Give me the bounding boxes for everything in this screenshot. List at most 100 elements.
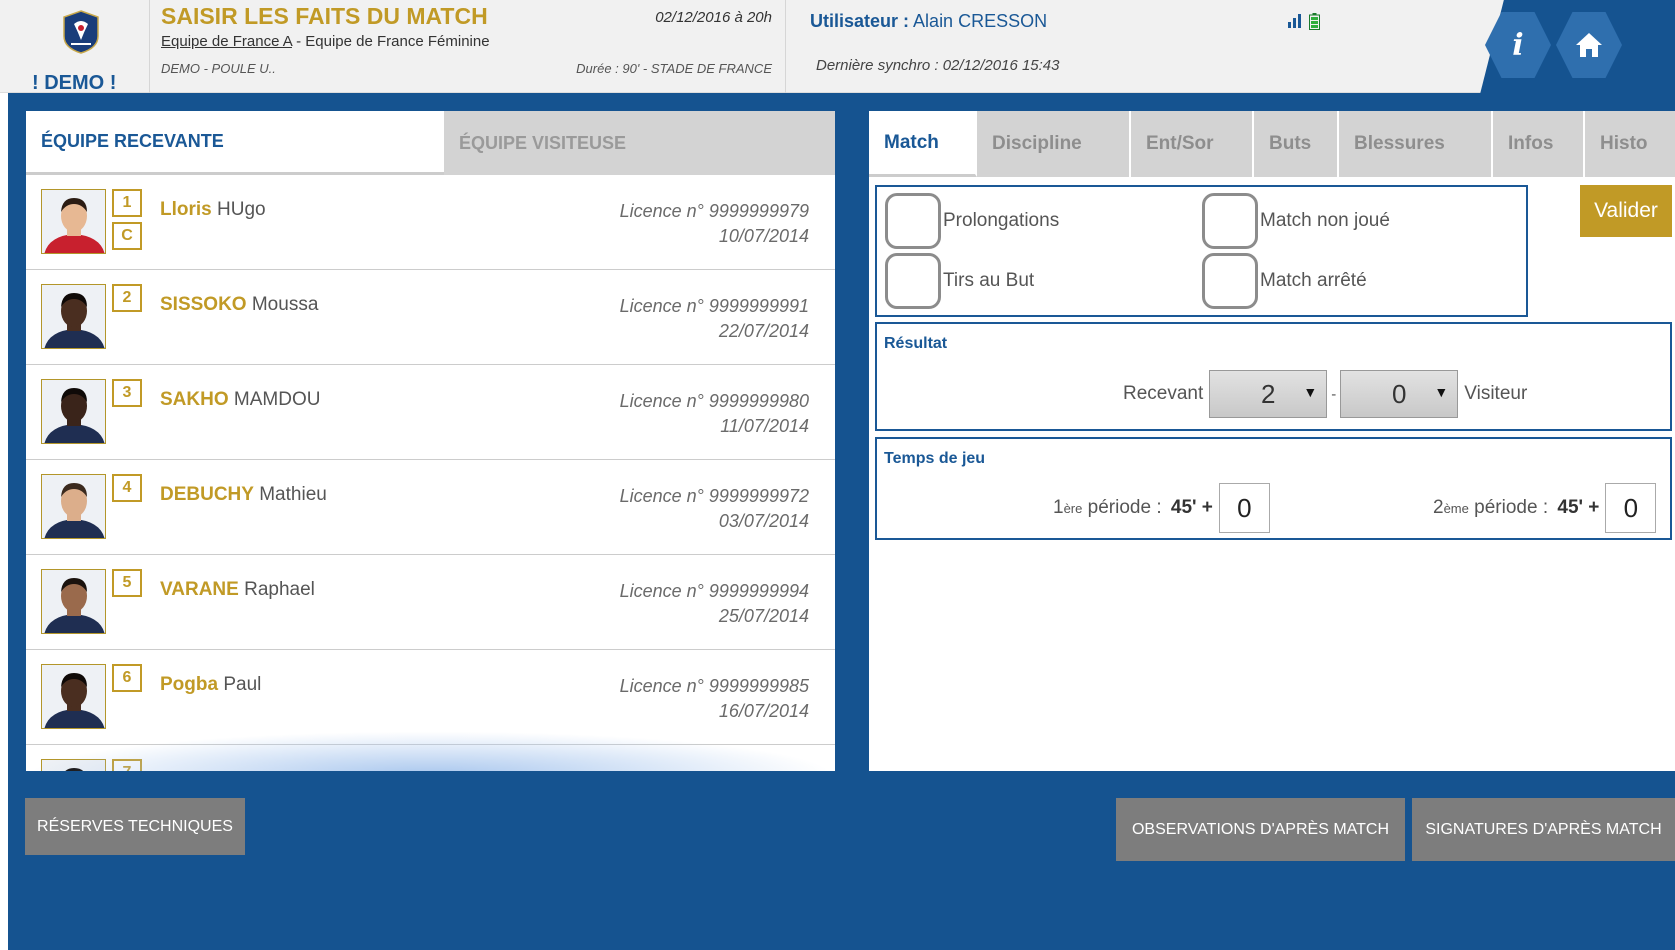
player-number: 4: [112, 474, 142, 502]
non-joue-checkbox[interactable]: [1202, 193, 1258, 249]
non-joue-label: Match non joué: [1260, 210, 1390, 231]
tab-blessures[interactable]: Blessures: [1339, 111, 1493, 177]
player-row[interactable]: 1 C Lloris HUgo Licence n° 9999999979 10/07/…: [26, 175, 835, 270]
match-teams: Equipe de France A - Equipe de France Fé…: [161, 33, 490, 50]
licence-number: Licence n° 9999999991: [619, 296, 809, 316]
away-score-select[interactable]: 0 ▼: [1340, 370, 1459, 418]
player-row[interactable]: 7: [26, 745, 835, 771]
player-row[interactable]: 4 DEBUCHY Mathieu Licence n° 9999999972 03/…: [26, 460, 835, 555]
captain-badge: C: [112, 222, 142, 250]
tab-infos[interactable]: Infos: [1493, 111, 1585, 177]
player-row[interactable]: 5 VARANE Raphael Licence n° 9999999994 25/0…: [26, 555, 835, 650]
player-number: 2: [112, 284, 142, 312]
player-licence: Licence n° 9999999972 03/07/2014: [620, 484, 809, 534]
score-row: Recevant 2 ▼ - 0 ▼ Visiteur: [1123, 370, 1527, 418]
arrete-label: Match arrêté: [1260, 270, 1367, 291]
player-last-name: SAKHO: [160, 389, 229, 410]
player-first-name: MAMDOU: [233, 389, 321, 410]
player-first-name: Raphael: [244, 579, 315, 600]
player-last-name: SISSOKO: [160, 294, 247, 315]
player-name: SISSOKO Moussa: [160, 294, 318, 316]
signal-icon: [1288, 14, 1301, 28]
arrete-checkbox[interactable]: [1202, 253, 1258, 309]
player-licence: Licence n° 9999999980 11/07/2014: [620, 389, 809, 439]
player-licence: Licence n° 9999999991 22/07/2014: [620, 294, 809, 344]
tab-histo[interactable]: Histo: [1585, 111, 1675, 177]
signatures-button[interactable]: SIGNATURES D'APRÈS MATCH: [1412, 798, 1675, 861]
tirs-au-but-checkbox[interactable]: [885, 253, 941, 309]
player-name: Lloris HUgo: [160, 199, 266, 221]
player-avatar: [41, 759, 106, 771]
header: ! DEMO ! SAISIR LES FAITS DU MATCH Equip…: [0, 0, 1675, 94]
observations-button[interactable]: OBSERVATIONS D'APRÈS MATCH: [1116, 798, 1405, 861]
licence-date: 22/07/2014: [718, 321, 809, 341]
period-1-suffix: ère: [1063, 500, 1083, 516]
away-score-label: Visiteur: [1464, 383, 1528, 404]
period-2: 2 ème période : 45' +: [1433, 483, 1657, 533]
home-icon-glyph: [1576, 33, 1602, 57]
option-non-joue[interactable]: Match non joué: [1202, 193, 1390, 249]
user-label: Utilisateur :: [810, 11, 910, 31]
player-row[interactable]: 2 SISSOKO Moussa Licence n° 9999999991 22/0…: [26, 270, 835, 365]
player-first-name: Moussa: [251, 294, 319, 315]
period-2-suffix: ème: [1443, 500, 1469, 516]
competition-label: DEMO - POULE U..: [161, 61, 276, 76]
match-options: Prolongations Match non joué Tirs au But…: [875, 185, 1528, 317]
licence-number: Licence n° 9999999972: [619, 486, 809, 506]
licence-date: 25/07/2014: [718, 606, 809, 626]
battery-icon: [1309, 13, 1320, 30]
licence-number: Licence n° 9999999985: [619, 676, 809, 696]
player-number: 6: [112, 664, 142, 692]
option-tirs-au-but[interactable]: Tirs au But: [885, 253, 1034, 309]
prolongations-checkbox[interactable]: [885, 193, 941, 249]
header-divider: [785, 0, 786, 93]
time-section: Temps de jeu 1ère période : 45' + 2ème p…: [875, 437, 1672, 540]
player-name: SAKHO MAMDOU: [160, 389, 320, 411]
logo-area: ! DEMO !: [0, 0, 150, 94]
player-name: VARANE Raphael: [160, 579, 315, 601]
player-row[interactable]: 3 SAKHO MAMDOU Licence n° 9999999980 11/07/…: [26, 365, 835, 460]
result-title: Résultat: [884, 335, 948, 352]
reserves-techniques-button[interactable]: RÉSERVES TECHNIQUES: [25, 798, 245, 855]
tab-match[interactable]: Match: [869, 111, 977, 177]
home-score-select[interactable]: 2 ▼: [1209, 370, 1328, 418]
player-last-name: VARANE: [160, 579, 239, 600]
team-tabs: ÉQUIPE RECEVANTE ÉQUIPE VISITEUSE: [26, 111, 835, 175]
tab-discipline[interactable]: Discipline: [977, 111, 1131, 177]
user-name: Alain CRESSON: [913, 11, 1048, 31]
away-team-name: Equipe de France Féminine: [305, 33, 490, 50]
player-last-name: Pogba: [160, 674, 219, 695]
team-separator: -: [291, 33, 306, 50]
player-avatar: [41, 379, 106, 444]
tab-buts[interactable]: Buts: [1254, 111, 1339, 177]
licence-number: Licence n° 9999999994: [619, 581, 809, 601]
period-1-extra-input[interactable]: [1218, 483, 1270, 533]
player-list: 1 C Lloris HUgo Licence n° 9999999979 10/07/…: [26, 175, 835, 771]
tab-ent-sor[interactable]: Ent/Sor: [1131, 111, 1254, 177]
period-1: 1 ère période : 45' +: [1053, 483, 1270, 533]
licence-date: 11/07/2014: [720, 416, 809, 436]
option-arrete[interactable]: Match arrêté: [1202, 253, 1367, 309]
player-avatar: [41, 189, 106, 254]
player-first-name: Mathieu: [259, 484, 327, 505]
player-avatar: [41, 284, 106, 349]
tab-home-team[interactable]: ÉQUIPE RECEVANTE: [26, 111, 444, 175]
player-licence: Licence n° 9999999979 10/07/2014: [620, 199, 809, 249]
period-1-number: 1: [1053, 497, 1064, 518]
away-score-value: 0: [1392, 378, 1407, 409]
result-section: Résultat Recevant 2 ▼ - 0 ▼ Visiteur: [875, 322, 1672, 431]
player-name: Pogba Paul: [160, 674, 261, 696]
player-name: DEBUCHY Mathieu: [160, 484, 327, 506]
licence-date: 03/07/2014: [718, 511, 809, 531]
match-date: 02/12/2016 à 20h: [655, 9, 772, 26]
player-row[interactable]: 6 Pogba Paul Licence n° 9999999985 16/07/20…: [26, 650, 835, 745]
option-prolongations[interactable]: Prolongations: [885, 193, 1059, 249]
chevron-down-icon: ▼: [1434, 384, 1449, 400]
valider-button[interactable]: Valider: [1580, 185, 1672, 237]
tab-away-team[interactable]: ÉQUIPE VISITEUSE: [444, 111, 835, 175]
period-2-extra-input[interactable]: [1605, 483, 1657, 533]
period-2-label: période :: [1468, 497, 1554, 518]
player-avatar: [41, 474, 106, 539]
player-last-name: DEBUCHY: [160, 484, 254, 505]
player-first-name: HUgo: [217, 199, 266, 220]
